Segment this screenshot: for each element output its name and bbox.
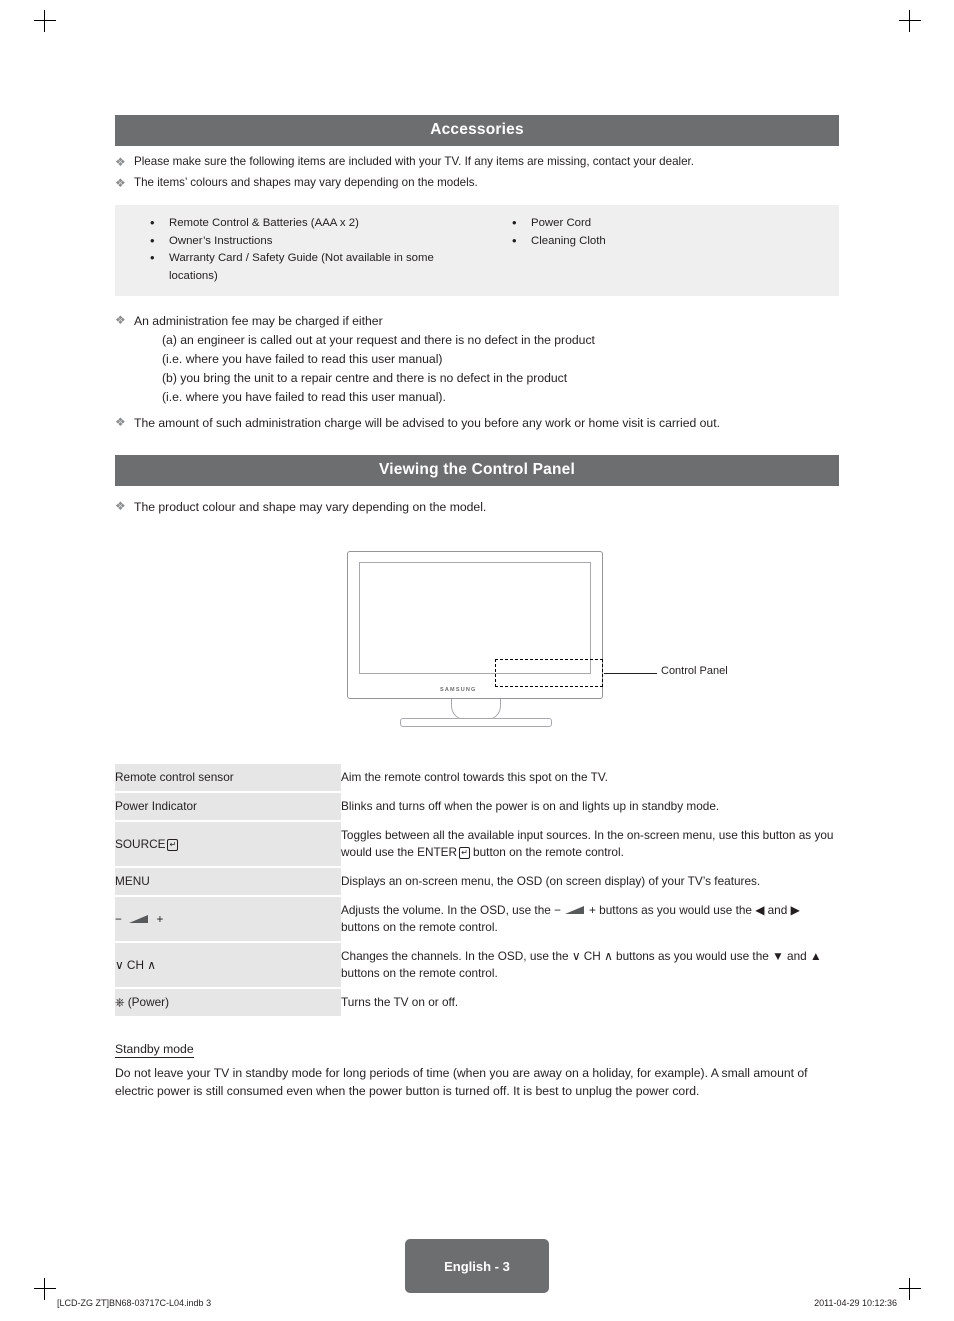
plus-sign: + bbox=[589, 903, 596, 917]
accessories-column-right: Power Cord Cleaning Cloth bbox=[477, 214, 839, 285]
desc-part1: Changes the channels. In the OSD, use th… bbox=[341, 949, 572, 963]
section-heading-accessories: Accessories bbox=[115, 115, 839, 146]
note-accessories-2: ❖ The items’ colours and shapes may vary… bbox=[115, 175, 839, 191]
note-text: Please make sure the following items are… bbox=[134, 155, 694, 168]
footer-file-reference: [LCD-ZG ZT]BN68-03717C-L04.indb 3 bbox=[57, 1298, 212, 1308]
note-control-panel: ❖ The product colour and shape may vary … bbox=[115, 498, 839, 517]
tv-screen bbox=[359, 562, 591, 674]
power-icon: ⎈ bbox=[115, 995, 125, 1009]
callout-leader-line bbox=[604, 673, 657, 674]
row-label-channel: ∨ CH ∧ bbox=[115, 942, 341, 988]
section-control-panel: Viewing the Control Panel ❖ The product … bbox=[115, 455, 839, 517]
note-text: The amount of such administration charge… bbox=[134, 416, 720, 430]
volume-icon bbox=[564, 903, 586, 914]
admin-line-a: (a) an engineer is called out at your re… bbox=[162, 333, 595, 347]
volume-icon bbox=[128, 912, 150, 923]
row-desc-source: Toggles between all the available input … bbox=[341, 821, 839, 867]
admin-intro-row: ❖ An administration fee may be charged i… bbox=[115, 312, 839, 331]
note-icon: ❖ bbox=[115, 176, 126, 190]
standby-mode-body: Do not leave your TV in standby mode for… bbox=[115, 1066, 808, 1098]
admin-line-b: (b) you bring the unit to a repair centr… bbox=[162, 371, 568, 385]
crop-mark-tr-v bbox=[909, 10, 910, 32]
chevron-down-icon: ∨ bbox=[571, 949, 581, 963]
table-row: ⎈ (Power) Turns the TV on or off. bbox=[115, 988, 839, 1017]
tv-neck bbox=[451, 699, 501, 720]
enter-icon: ↵ bbox=[459, 847, 470, 859]
note-icon: ❖ bbox=[115, 313, 126, 327]
chevron-up-icon: ∧ bbox=[604, 949, 613, 963]
note-icon: ❖ bbox=[115, 499, 126, 513]
control-panel-callout-label: Control Panel bbox=[661, 665, 728, 677]
row-desc-remote-sensor: Aim the remote control towards this spot… bbox=[341, 770, 608, 784]
row-label-volume: − + bbox=[115, 896, 341, 942]
crop-mark-tl-v bbox=[44, 10, 45, 32]
crop-mark-bl-v bbox=[44, 1278, 45, 1300]
accessories-box: Remote Control & Batteries (AAA x 2) Own… bbox=[115, 205, 839, 296]
standby-mode-heading: Standby mode bbox=[115, 1042, 194, 1058]
row-label-source: SOURCE ↵ bbox=[115, 821, 341, 867]
section-heading-control-panel: Viewing the Control Panel bbox=[115, 455, 839, 486]
list-item: Cleaning Cloth bbox=[507, 232, 839, 251]
table-row: ∨ CH ∧ Changes the channels. In the OSD,… bbox=[115, 942, 839, 988]
row-desc-menu: Displays an on-screen menu, the OSD (on … bbox=[341, 874, 761, 888]
source-label: SOURCE bbox=[115, 836, 166, 851]
administration-fee-block: ❖ An administration fee may be charged i… bbox=[115, 312, 839, 407]
row-label-remote-sensor: Remote control sensor bbox=[115, 764, 341, 792]
control-panel-table: Remote control sensor Aim the remote con… bbox=[115, 764, 839, 1018]
list-item: Warranty Card / Safety Guide (Not availa… bbox=[145, 249, 477, 285]
note-icon: ❖ bbox=[115, 155, 126, 169]
desc-keyword: ENTER bbox=[417, 845, 458, 859]
desc-part2: button on the remote control. bbox=[469, 845, 624, 859]
row-desc-volume: Adjusts the volume. In the OSD, use the … bbox=[341, 896, 839, 942]
note-text: The items’ colours and shapes may vary d… bbox=[134, 176, 478, 189]
crop-mark-tl-h bbox=[34, 20, 56, 21]
table-row: − + Adjusts the volume. In the OSD, use … bbox=[115, 896, 839, 942]
footer-timestamp: 2011-04-29 10:12:36 bbox=[814, 1298, 897, 1308]
tv-stand-base bbox=[400, 718, 552, 727]
table-row: Power Indicator Blinks and turns off whe… bbox=[115, 792, 839, 821]
table-row: MENU Displays an on-screen menu, the OSD… bbox=[115, 867, 839, 896]
page-label: English - 3 bbox=[444, 1258, 510, 1274]
chevron-down-icon: ∨ bbox=[115, 957, 124, 972]
page: Accessories ❖ Please make sure the follo… bbox=[0, 0, 954, 1321]
list-item: Remote Control & Batteries (AAA x 2) bbox=[145, 214, 477, 233]
row-desc-power-indicator: Blinks and turns off when the power is o… bbox=[341, 799, 720, 813]
enter-icon: ↵ bbox=[167, 838, 179, 851]
main-content: Accessories ❖ Please make sure the follo… bbox=[115, 115, 839, 1100]
admin-intro: An administration fee may be charged if … bbox=[134, 314, 383, 328]
control-panel-highlight bbox=[495, 659, 603, 687]
tv-graphic: SAMSUNG Control Panel bbox=[347, 551, 728, 727]
crop-mark-br-h bbox=[899, 1288, 921, 1289]
crop-mark-bl-h bbox=[34, 1288, 56, 1289]
list-item: Power Cord bbox=[507, 214, 839, 233]
power-label: (Power) bbox=[127, 995, 170, 1009]
note-icon: ❖ bbox=[115, 415, 126, 429]
note-accessories-1: ❖ Please make sure the following items a… bbox=[115, 154, 839, 170]
list-item: Owner’s Instructions bbox=[145, 232, 477, 251]
table-row: SOURCE ↵ Toggles between all the availabl… bbox=[115, 821, 839, 867]
crop-mark-tr-h bbox=[899, 20, 921, 21]
row-label-menu: MENU bbox=[115, 867, 341, 896]
admin-line-a2: (i.e. where you have failed to read this… bbox=[162, 352, 443, 366]
minus-sign: − bbox=[115, 911, 122, 926]
ch-label: CH bbox=[126, 957, 144, 972]
chevron-up-icon: ∧ bbox=[147, 957, 156, 972]
table-row: Remote control sensor Aim the remote con… bbox=[115, 764, 839, 792]
row-desc-channel: Changes the channels. In the OSD, use th… bbox=[341, 942, 839, 988]
accessories-column-left: Remote Control & Batteries (AAA x 2) Own… bbox=[115, 214, 477, 285]
minus-sign: − bbox=[554, 903, 562, 917]
tv-illustration: SAMSUNG Control Panel bbox=[115, 541, 839, 756]
note-admin-charge: ❖ The amount of such administration char… bbox=[115, 414, 839, 433]
admin-line-b2: (i.e. where you have failed to read this… bbox=[162, 390, 446, 404]
tv-brand-logo: SAMSUNG bbox=[440, 687, 477, 693]
crop-mark-br-v bbox=[909, 1278, 910, 1300]
row-label-power-indicator: Power Indicator bbox=[115, 792, 341, 821]
row-desc-power: Turns the TV on or off. bbox=[341, 995, 459, 1009]
page-footer-tab: English - 3 bbox=[405, 1239, 549, 1293]
row-label-power: ⎈ (Power) bbox=[115, 988, 341, 1017]
desc-keyword: CH bbox=[583, 949, 601, 963]
note-text: The product colour and shape may vary de… bbox=[134, 500, 487, 514]
plus-sign: + bbox=[156, 911, 164, 926]
desc-part1: Adjusts the volume. In the OSD, use the bbox=[341, 903, 555, 917]
